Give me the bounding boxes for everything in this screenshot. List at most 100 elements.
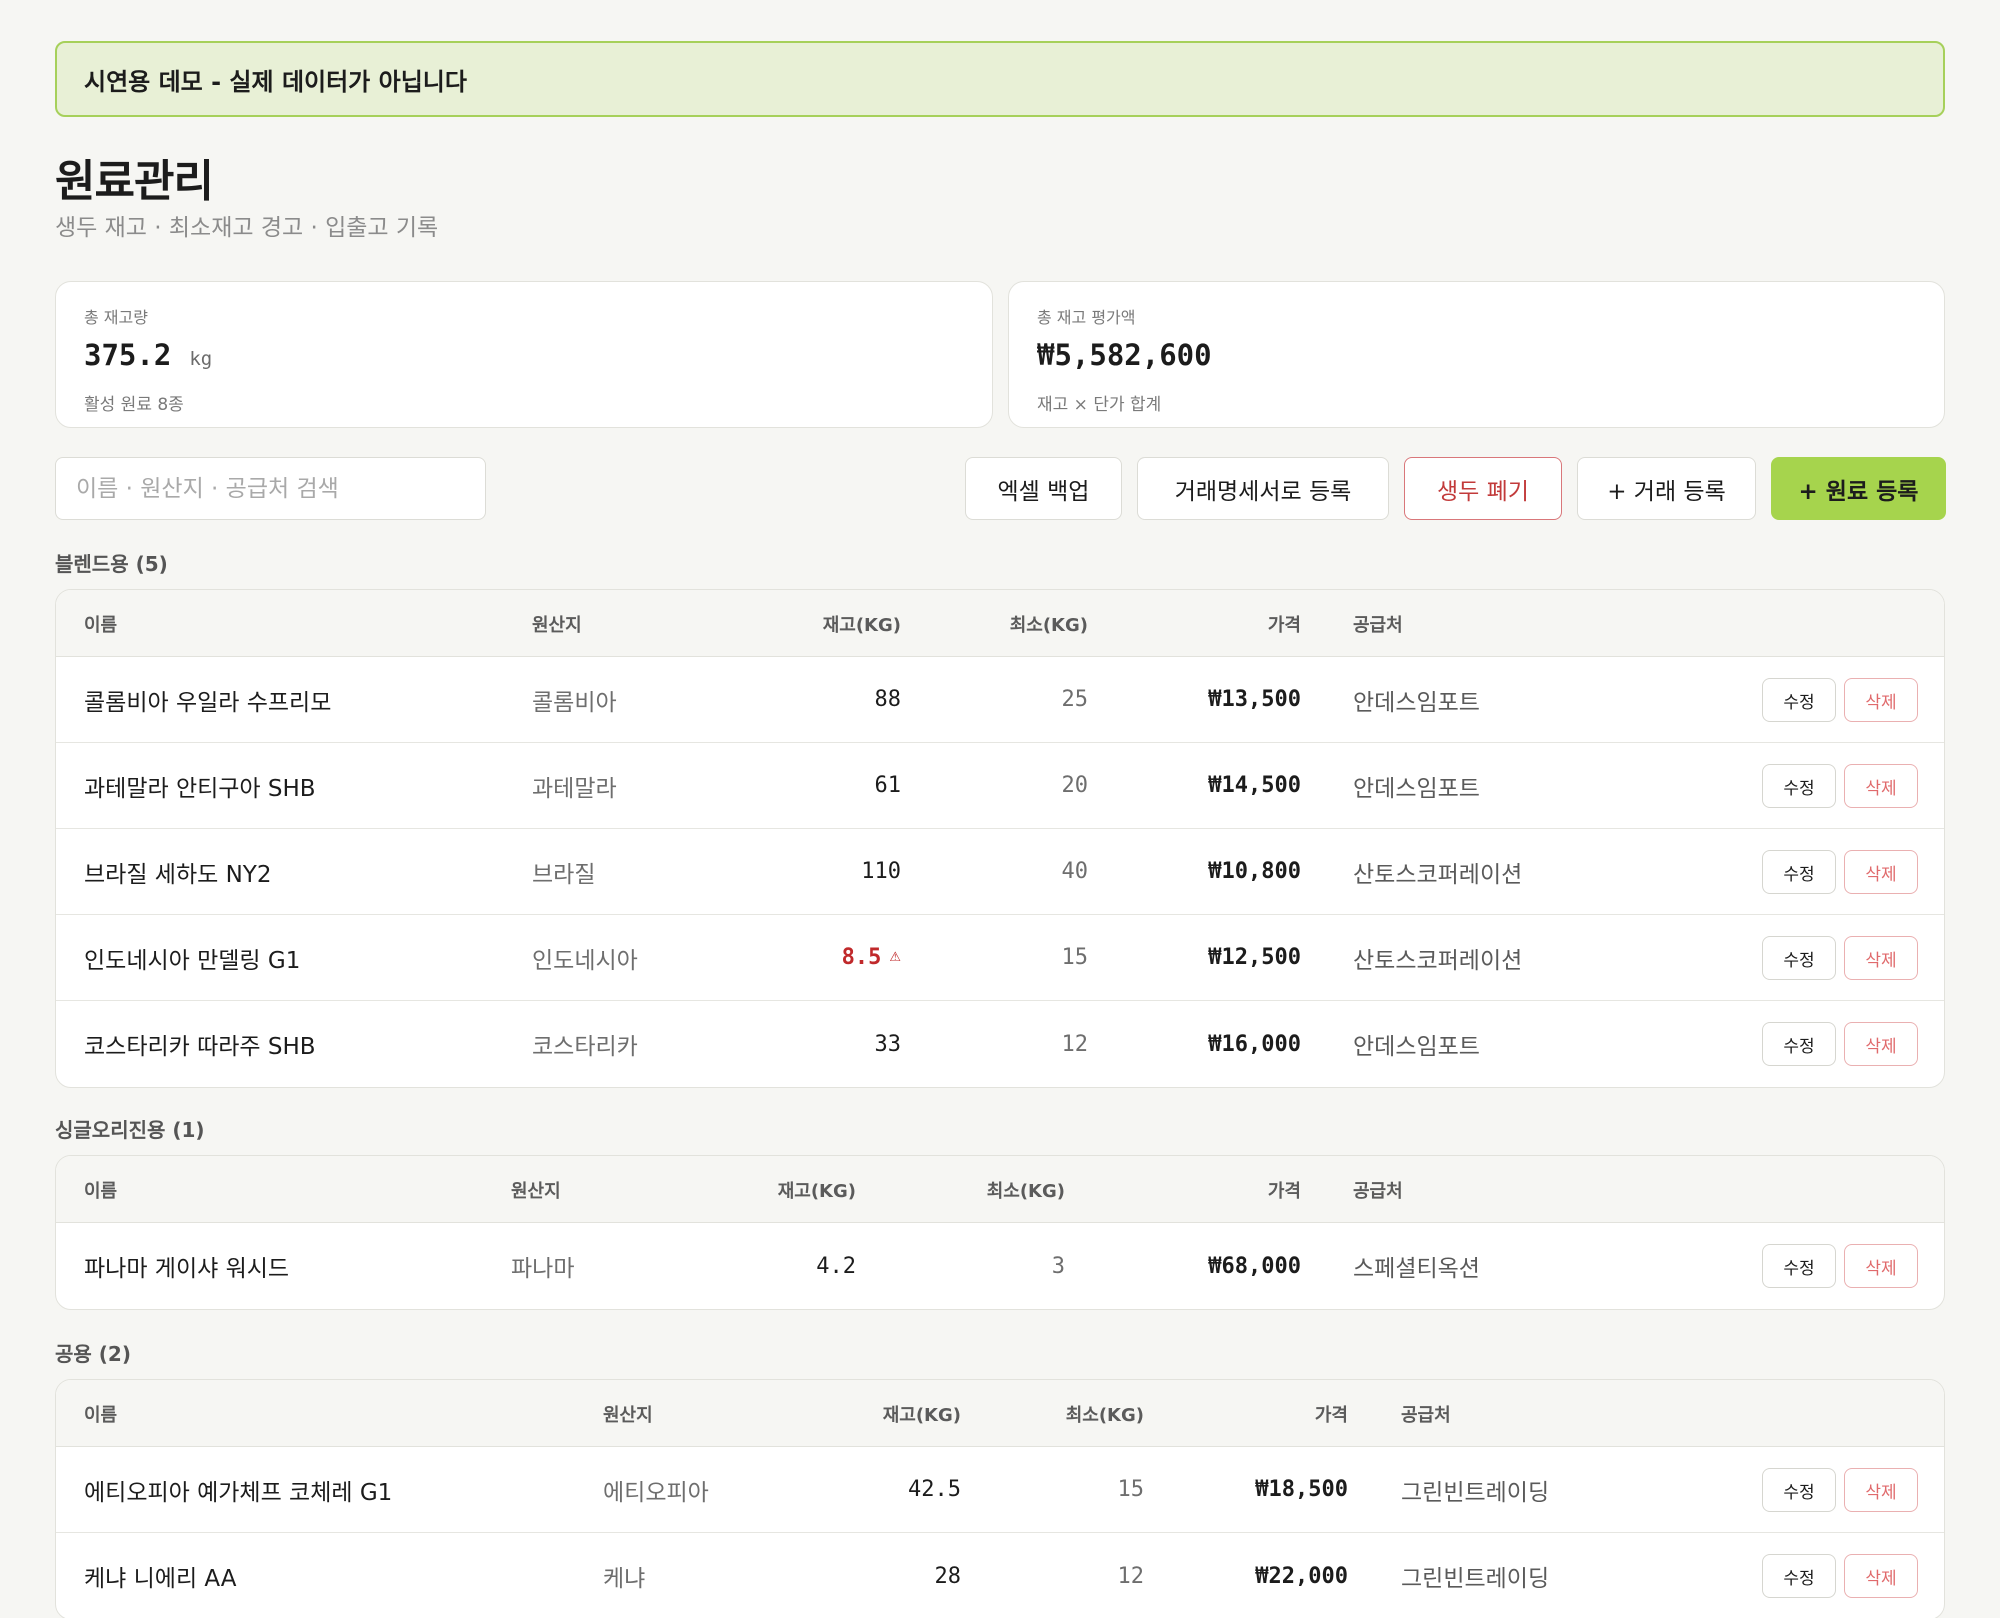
stock-value: 88 bbox=[701, 657, 902, 742]
min-stock-value: 20 bbox=[1061, 773, 1089, 798]
column-header-supplier: 공급처 bbox=[1353, 614, 1403, 636]
price-value: ₩68,000 bbox=[1208, 1253, 1301, 1279]
supplier-name: 그린빈트레이딩 bbox=[1401, 1479, 1550, 1506]
page: 시연용 데모 - 실제 데이터가 아닙니다 원료관리 생두 재고 · 최소재고 … bbox=[0, 0, 2000, 1618]
min-stock-value: 40 bbox=[1061, 859, 1089, 884]
material-origin: 케냐 bbox=[603, 1566, 646, 1592]
section-label: 블렌드용 (5) bbox=[55, 552, 168, 576]
stock-value: 33 bbox=[701, 1001, 902, 1087]
material-origin: 콜롬비아 bbox=[532, 689, 617, 716]
delete-button[interactable]: 삭제 bbox=[1844, 936, 1918, 980]
column-header-origin: 원산지 bbox=[532, 614, 582, 636]
excel-backup-button[interactable]: 엑셀 백업 bbox=[965, 457, 1122, 520]
delete-button[interactable]: 삭제 bbox=[1844, 1244, 1918, 1288]
material-name: 에티오피아 예가체프 코체레 G1 bbox=[84, 1479, 393, 1506]
supplier-name: 안데스임포트 bbox=[1353, 1034, 1480, 1060]
min-stock-value: 12 bbox=[1117, 1563, 1145, 1589]
price-value: ₩14,500 bbox=[1208, 773, 1301, 798]
edit-button[interactable]: 수정 bbox=[1762, 1468, 1836, 1512]
delete-button[interactable]: 삭제 bbox=[1844, 764, 1918, 808]
edit-button[interactable]: 수정 bbox=[1762, 1022, 1836, 1066]
kpi-label: 총 재고 평가액 bbox=[1037, 308, 1136, 327]
material-name: 과테말라 안티구아 SHB bbox=[84, 775, 316, 802]
kpi-note: 재고 × 단가 합계 bbox=[1037, 395, 1162, 415]
column-header-supplier: 공급처 bbox=[1401, 1404, 1451, 1426]
supplier-name: 그린빈트레이딩 bbox=[1401, 1566, 1550, 1592]
column-header-min: 최소(KG) bbox=[1009, 614, 1088, 636]
section-label: 공용 (2) bbox=[55, 1342, 131, 1366]
edit-button[interactable]: 수정 bbox=[1762, 936, 1836, 980]
delete-button[interactable]: 삭제 bbox=[1844, 678, 1918, 722]
add-material-button[interactable]: + 원료 등록 bbox=[1771, 457, 1946, 520]
material-table: 이름 원산지 재고(KG) 최소(KG) 가격 공급처에티오피아 예가체프 코체레 G1 에… bbox=[55, 1379, 1945, 1618]
table-row: 인도네시아 만델링 G1 인도네시아 8.5 ⚠ 15 ₩12,500 산토스코퍼레이션 수정… bbox=[56, 915, 1944, 1001]
delete-button[interactable]: 삭제 bbox=[1844, 850, 1918, 894]
material-name: 케냐 니에리 AA bbox=[84, 1566, 237, 1592]
column-header-stock: 재고(KG) bbox=[777, 1180, 856, 1202]
kpi-label: 총 재고량 bbox=[84, 308, 148, 327]
column-header-name: 이름 bbox=[84, 1404, 118, 1426]
column-header-min: 최소(KG) bbox=[1065, 1404, 1144, 1426]
stock-value: 61 bbox=[701, 743, 902, 828]
supplier-name: 산토스코퍼레이션 bbox=[1353, 947, 1523, 974]
table-header: 이름 원산지 재고(KG) 최소(KG) 가격 공급처 bbox=[56, 590, 1944, 657]
column-header-stock: 재고(KG) bbox=[822, 614, 901, 636]
stock-value: 42.5 bbox=[761, 1447, 961, 1532]
min-stock-value: 3 bbox=[1051, 1253, 1065, 1279]
price-value: ₩13,500 bbox=[1208, 687, 1301, 712]
supplier-name: 스페셜티옥션 bbox=[1353, 1256, 1480, 1282]
material-name: 인도네시아 만델링 G1 bbox=[84, 947, 301, 974]
column-header-origin: 원산지 bbox=[603, 1404, 653, 1426]
page-subtitle: 생두 재고 · 최소재고 경고 · 입출고 기록 bbox=[55, 215, 439, 241]
column-header-price: 가격 bbox=[1267, 1180, 1301, 1202]
supplier-name: 산토스코퍼레이션 bbox=[1353, 861, 1523, 888]
column-header-supplier: 공급처 bbox=[1353, 1180, 1403, 1202]
table-row: 과테말라 안티구아 SHB 과테말라 61 20 ₩14,500 안데스임포트 수정 삭제 bbox=[56, 743, 1944, 829]
price-value: ₩10,800 bbox=[1208, 859, 1301, 884]
supplier-name: 안데스임포트 bbox=[1353, 689, 1480, 716]
material-origin: 코스타리카 bbox=[532, 1034, 638, 1060]
edit-button[interactable]: 수정 bbox=[1762, 850, 1836, 894]
material-origin: 에티오피아 bbox=[603, 1479, 709, 1506]
demo-banner: 시연용 데모 - 실제 데이터가 아닙니다 bbox=[55, 41, 1945, 117]
column-header-origin: 원산지 bbox=[511, 1180, 561, 1202]
material-name: 브라질 세하도 NY2 bbox=[84, 861, 272, 888]
search-input[interactable] bbox=[55, 457, 486, 520]
material-origin: 브라질 bbox=[532, 861, 596, 888]
discard-green-bean-button[interactable]: 생두 폐기 bbox=[1404, 457, 1562, 520]
material-origin: 파나마 bbox=[511, 1256, 575, 1282]
edit-button[interactable]: 수정 bbox=[1762, 678, 1836, 722]
stock-value: 4.2 bbox=[656, 1223, 856, 1309]
material-name: 코스타리카 따라주 SHB bbox=[84, 1034, 316, 1060]
delete-button[interactable]: 삭제 bbox=[1844, 1554, 1918, 1598]
price-value: ₩22,000 bbox=[1255, 1563, 1348, 1589]
table-header: 이름 원산지 재고(KG) 최소(KG) 가격 공급처 bbox=[56, 1156, 1944, 1223]
delete-button[interactable]: 삭제 bbox=[1844, 1468, 1918, 1512]
min-stock-value: 25 bbox=[1061, 687, 1089, 712]
register-from-invoice-button[interactable]: 거래명세서로 등록 bbox=[1137, 457, 1389, 520]
column-header-stock: 재고(KG) bbox=[882, 1404, 961, 1426]
column-header-name: 이름 bbox=[84, 614, 118, 636]
column-header-price: 가격 bbox=[1314, 1404, 1348, 1426]
section-label: 싱글오리진용 (1) bbox=[55, 1118, 205, 1142]
table-header: 이름 원산지 재고(KG) 최소(KG) 가격 공급처 bbox=[56, 1380, 1944, 1447]
column-header-min: 최소(KG) bbox=[986, 1180, 1065, 1202]
delete-button[interactable]: 삭제 bbox=[1844, 1022, 1918, 1066]
table-row: 코스타리카 따라주 SHB 코스타리카 33 12 ₩16,000 안데스임포트 수정 삭제 bbox=[56, 1001, 1944, 1087]
table-row: 콜롬비아 우일라 수프리모 콜롬비아 88 25 ₩13,500 안데스임포트 수정 삭제 bbox=[56, 657, 1944, 743]
material-origin: 인도네시아 bbox=[532, 947, 638, 974]
stock-amount: 8.5 bbox=[841, 945, 882, 970]
table-row: 에티오피아 예가체프 코체레 G1 에티오피아 42.5 15 ₩18,500 그린빈트레… bbox=[56, 1447, 1944, 1533]
edit-button[interactable]: 수정 bbox=[1762, 1244, 1836, 1288]
kpi-card-total-stock: 총 재고량 375.2 kg 활성 원료 8종 bbox=[55, 281, 993, 428]
min-stock-value: 12 bbox=[1061, 1031, 1089, 1057]
edit-button[interactable]: 수정 bbox=[1762, 1554, 1836, 1598]
page-title: 원료관리 bbox=[55, 156, 214, 207]
stock-value: 28 bbox=[761, 1533, 962, 1618]
min-stock-value: 15 bbox=[1061, 945, 1089, 970]
edit-button[interactable]: 수정 bbox=[1762, 764, 1836, 808]
kpi-unit: kg bbox=[189, 348, 213, 370]
stock-amount: 4.2 bbox=[816, 1253, 856, 1279]
add-trade-button[interactable]: + 거래 등록 bbox=[1577, 457, 1756, 520]
stock-value: 8.5 ⚠ bbox=[701, 915, 901, 1000]
